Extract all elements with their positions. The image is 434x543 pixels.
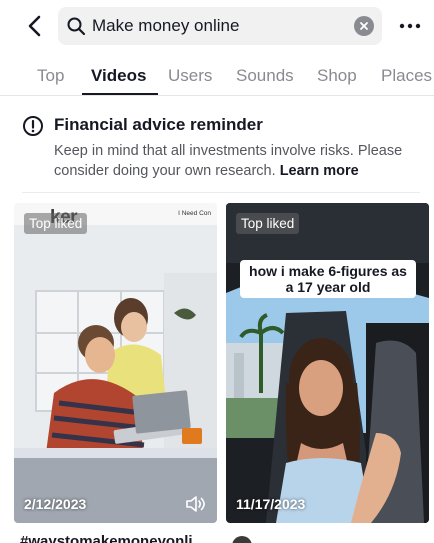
thumbnail-corner-text: I Need Con [178,210,211,217]
top-liked-badge: Top liked [236,213,300,234]
search-box[interactable] [58,7,382,45]
learn-more-link[interactable]: Learn more [280,163,359,179]
top-liked-badge: Top liked [24,213,88,234]
video-thumbnail [14,203,217,523]
search-tabs: Top Videos Users Sounds Shop Places [0,60,434,96]
search-icon [67,17,86,36]
tab-videos[interactable]: Videos [91,66,146,86]
tabs-divider [0,95,434,96]
info-alert-icon [23,116,43,136]
tab-users[interactable]: Users [168,66,212,86]
video-caption-overlay: how i make 6-figures as a 17 year old [240,260,416,298]
avatar[interactable] [232,536,252,543]
search-input[interactable] [92,7,342,45]
video-date: 11/17/2023 [236,496,306,512]
video-thumbnail [226,203,429,523]
video-date: 2/12/2023 [24,496,87,512]
more-options-icon[interactable] [398,22,422,30]
tab-top[interactable]: Top [37,66,64,86]
close-icon [360,22,368,30]
financial-advice-notice: Financial advice reminder Keep in mind t… [0,110,434,190]
search-header [0,6,434,46]
back-arrow-icon[interactable] [22,12,50,40]
tab-sounds[interactable]: Sounds [236,66,294,86]
tab-shop[interactable]: Shop [317,66,357,86]
notice-divider [22,192,420,193]
sound-icon[interactable] [185,495,207,513]
notice-title: Financial advice reminder [54,115,263,134]
clear-search-button[interactable] [354,16,374,36]
video-card[interactable]: ker I Need Con Top liked 2/12/2023 [14,203,217,523]
tab-places[interactable]: Places [381,66,432,86]
notice-body: Keep in mind that all investments involv… [54,141,424,181]
video-description-text[interactable]: #waystomakemoneyonli [20,533,193,543]
video-card[interactable]: Top liked how i make 6-figures as a 17 y… [226,203,429,523]
